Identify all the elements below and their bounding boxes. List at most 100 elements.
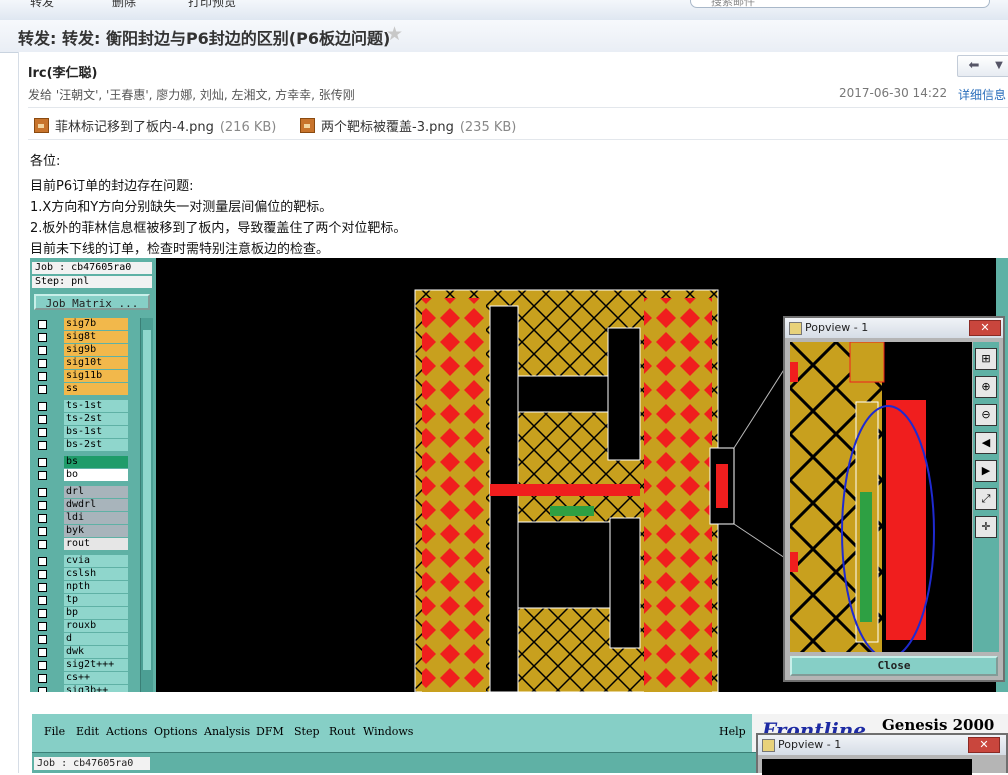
details-link[interactable]: 详细信息 — [958, 86, 1006, 103]
menu-rout[interactable]: Rout — [329, 725, 355, 738]
forward-button[interactable]: 转发 — [30, 0, 54, 10]
zoom-in-icon[interactable]: ⊕ — [975, 376, 997, 398]
layer-name: rout — [64, 538, 128, 550]
layer-scrollbar[interactable] — [140, 318, 153, 692]
job-matrix-button[interactable]: Job Matrix ... — [34, 294, 150, 310]
center-icon[interactable]: ✛ — [975, 516, 997, 538]
popview-close-button[interactable]: Close — [790, 656, 998, 676]
layer-row[interactable]: npth — [34, 581, 128, 593]
layer-name: sig7b — [64, 318, 128, 330]
layer-row[interactable]: sig7b — [34, 318, 128, 330]
menu-file[interactable]: File — [44, 725, 65, 738]
layer-row[interactable]: bp — [34, 607, 128, 619]
layer-row[interactable]: ts-1st — [34, 400, 128, 412]
layer-checkbox[interactable] — [38, 333, 47, 342]
layer-row[interactable]: sig11b — [34, 370, 128, 382]
layer-row[interactable]: d — [34, 633, 128, 645]
popview-canvas[interactable] — [790, 342, 972, 652]
layer-checkbox[interactable] — [38, 346, 47, 355]
popview-titlebar[interactable]: Popview - 1 ✕ — [785, 318, 1003, 338]
layer-checkbox[interactable] — [38, 596, 47, 605]
layer-checkbox[interactable] — [38, 648, 47, 657]
layer-row[interactable]: cslsh — [34, 568, 128, 580]
menu-step[interactable]: Step — [294, 725, 320, 738]
step-label: Step: pnl — [32, 276, 152, 288]
layer-checkbox[interactable] — [38, 514, 47, 523]
layer-row[interactable]: dwdrl — [34, 499, 128, 511]
attachment-item[interactable]: 两个靶标被覆盖-3.png (235 KB) — [300, 116, 516, 135]
layer-row[interactable]: bs-2st — [34, 439, 128, 451]
layer-row[interactable]: cvia — [34, 555, 128, 567]
layer-row[interactable]: sig3b++ — [34, 685, 128, 692]
layer-checkbox[interactable] — [38, 359, 47, 368]
layer-row[interactable]: byk — [34, 525, 128, 537]
layer-checkbox[interactable] — [38, 501, 47, 510]
layer-checkbox[interactable] — [38, 471, 47, 480]
layer-name: npth — [64, 581, 128, 593]
layer-checkbox[interactable] — [38, 674, 47, 683]
layer-row[interactable]: rout — [34, 538, 128, 550]
more-actions-button[interactable]: ▼ — [990, 55, 1008, 77]
layer-row[interactable]: rouxb — [34, 620, 128, 632]
layer-row[interactable]: sig9b — [34, 344, 128, 356]
menu-windows[interactable]: Windows — [363, 725, 413, 738]
layer-checkbox[interactable] — [38, 372, 47, 381]
layer-checkbox[interactable] — [38, 527, 47, 536]
expand-icon[interactable]: ⤢ — [975, 488, 997, 510]
pan-left-icon[interactable]: ◀ — [975, 432, 997, 454]
layer-checkbox[interactable] — [38, 415, 47, 424]
layer-checkbox[interactable] — [38, 385, 47, 394]
layer-row[interactable]: ldi — [34, 512, 128, 524]
menu-actions[interactable]: Actions — [106, 725, 147, 738]
layer-checkbox[interactable] — [38, 540, 47, 549]
delete-button[interactable]: 删除 — [112, 0, 136, 10]
menu-analysis[interactable]: Analysis — [204, 725, 250, 738]
layer-checkbox[interactable] — [38, 570, 47, 579]
layer-checkbox[interactable] — [38, 583, 47, 592]
layer-checkbox[interactable] — [38, 441, 47, 450]
close-icon[interactable]: ✕ — [969, 320, 1001, 336]
attachment-item[interactable]: 菲林标记移到了板内-4.png (216 KB) — [34, 116, 276, 135]
layer-row[interactable]: sig10t — [34, 357, 128, 369]
layer-row[interactable]: drl — [34, 486, 128, 498]
close-icon[interactable]: ✕ — [968, 737, 1000, 753]
layer-row[interactable]: ss — [34, 383, 128, 395]
layer-checkbox[interactable] — [38, 661, 47, 670]
layer-row[interactable]: ts-2st — [34, 413, 128, 425]
layer-row[interactable]: cs++ — [34, 672, 128, 684]
layer-row[interactable]: bs — [34, 456, 128, 468]
layer-checkbox[interactable] — [38, 488, 47, 497]
popview-title: Popview - 1 — [778, 738, 842, 751]
layer-checkbox[interactable] — [38, 687, 47, 692]
layer-checkbox[interactable] — [38, 320, 47, 329]
layer-checkbox[interactable] — [38, 622, 47, 631]
layer-checkbox[interactable] — [38, 428, 47, 437]
menu-options[interactable]: Options — [154, 725, 197, 738]
zoom-out-icon[interactable]: ⊖ — [975, 404, 997, 426]
menu-edit[interactable]: Edit — [76, 725, 99, 738]
print-preview-button[interactable]: 打印预览 — [188, 0, 236, 10]
star-icon[interactable]: ★ — [386, 23, 403, 45]
search-input[interactable]: 搜索邮件 — [690, 0, 990, 8]
popview-titlebar[interactable]: Popview - 1 ✕ — [758, 735, 1006, 755]
layer-checkbox[interactable] — [38, 458, 47, 467]
layer-checkbox[interactable] — [38, 557, 47, 566]
layer-row[interactable]: sig8t — [34, 331, 128, 343]
menu-dfm[interactable]: DFM — [256, 725, 284, 738]
layer-checkbox[interactable] — [38, 402, 47, 411]
layer-checkbox[interactable] — [38, 635, 47, 644]
layer-checkbox[interactable] — [38, 609, 47, 618]
layer-row[interactable]: bs-1st — [34, 426, 128, 438]
layer-row[interactable]: sig2t+++ — [34, 659, 128, 671]
layer-row[interactable]: bo — [34, 469, 128, 481]
layer-row[interactable]: tp — [34, 594, 128, 606]
pan-right-icon[interactable]: ▶ — [975, 460, 997, 482]
reply-button[interactable]: ⬅ — [957, 55, 991, 77]
menu-help[interactable]: Help — [719, 725, 746, 738]
divider — [28, 139, 1008, 140]
layer-row[interactable]: dwk — [34, 646, 128, 658]
zoom-fit-icon[interactable]: ⊞ — [975, 348, 997, 370]
popview-window: Popview - 1 ✕ ⊞ ⊕ ⊖ ◀ ▶ ⤢ ✛ Close — [783, 316, 1005, 682]
body-line: 1.X方向和Y方向分别缺失一对测量层间偏位的靶标。 — [30, 200, 333, 215]
layer-name: bs-1st — [64, 426, 128, 438]
